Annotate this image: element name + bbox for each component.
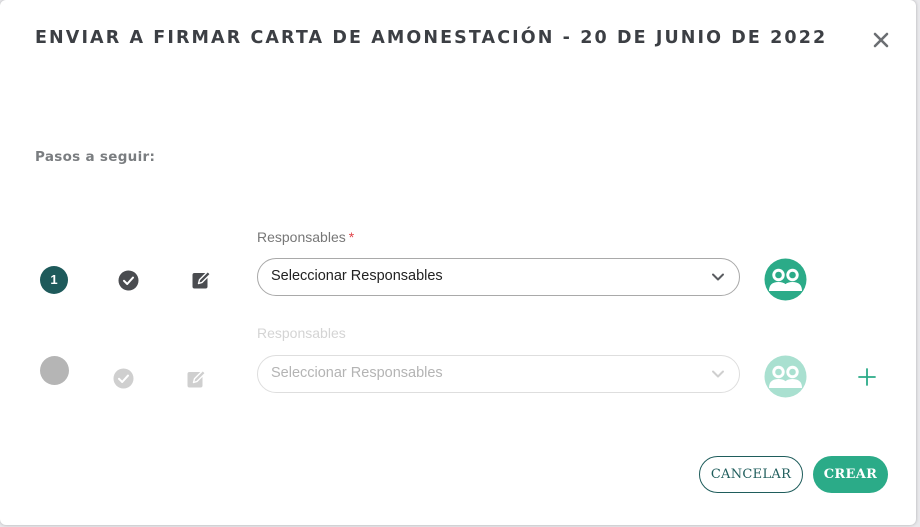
step-number-badge: 1 (40, 266, 68, 294)
close-icon (873, 32, 889, 48)
modal-dialog: ENVIAR A FIRMAR CARTA DE AMONESTACIÓN - … (0, 0, 916, 525)
edit-sign-icon[interactable] (191, 269, 213, 291)
create-button[interactable]: CREAR (813, 456, 888, 493)
dialog-title: ENVIAR A FIRMAR CARTA DE AMONESTACIÓN - … (35, 28, 828, 48)
responsables-label: Responsables * (257, 229, 354, 245)
check-circle-icon[interactable] (118, 270, 139, 291)
responsables-label-text: Responsables (257, 229, 346, 245)
user-group-icon[interactable] (764, 258, 807, 301)
select-value: Seleccionar Responsables (271, 365, 443, 381)
user-group-icon[interactable] (764, 355, 807, 398)
chevron-down-icon (712, 273, 724, 281)
required-marker: * (348, 229, 355, 245)
cancel-button[interactable]: CANCELAR (699, 456, 803, 493)
steps-label: Pasos a seguir: (35, 149, 156, 165)
plus-icon (858, 368, 876, 386)
edit-sign-icon[interactable] (186, 368, 208, 390)
chevron-down-icon (712, 370, 724, 378)
responsables-label-2: Responsables (257, 325, 346, 341)
add-step-button[interactable] (856, 366, 878, 388)
responsables-select-2[interactable]: Seleccionar Responsables (257, 355, 740, 393)
close-button[interactable] (868, 27, 894, 53)
responsables-select[interactable]: Seleccionar Responsables (257, 258, 740, 296)
check-circle-icon[interactable] (113, 368, 134, 389)
select-value: Seleccionar Responsables (271, 268, 443, 284)
step-number-badge-2 (40, 356, 69, 385)
